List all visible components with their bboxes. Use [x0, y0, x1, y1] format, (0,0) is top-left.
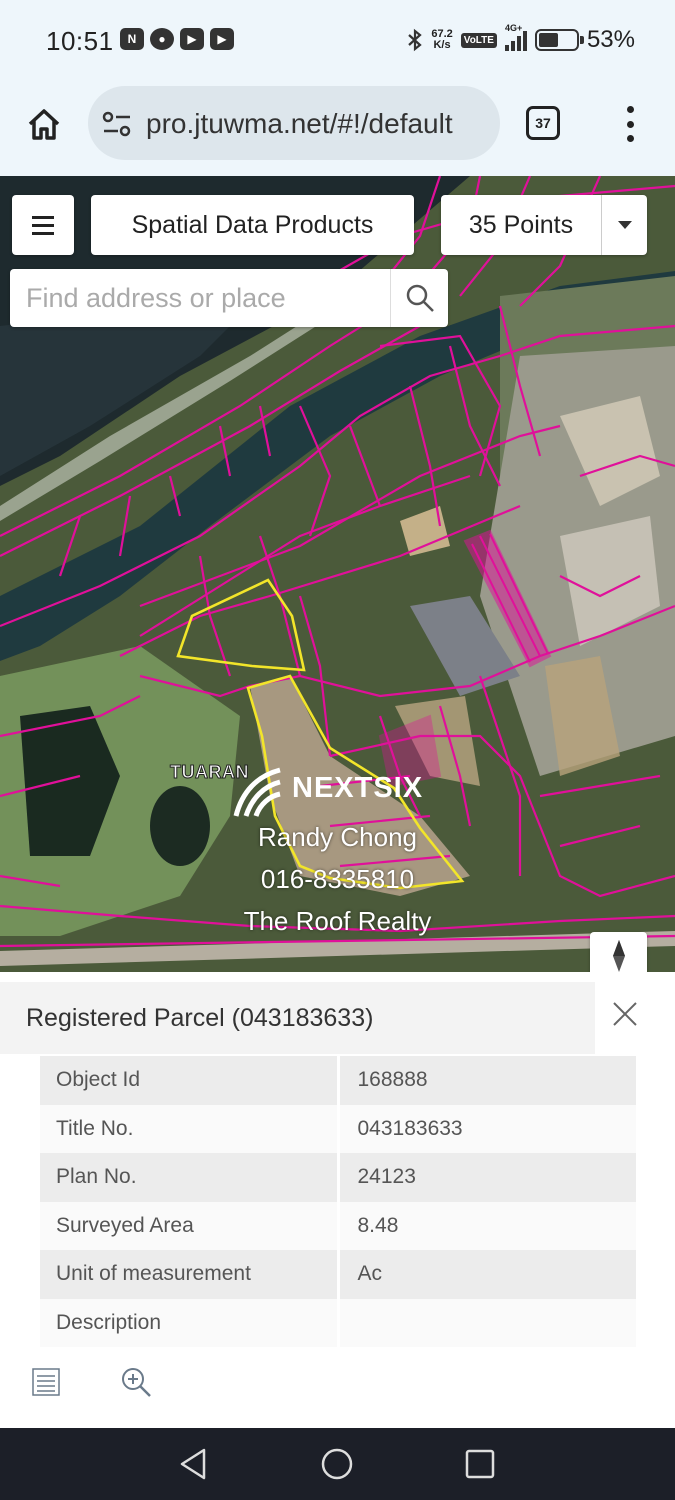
attribute-key: Unit of measurement: [40, 1250, 340, 1299]
url-text: pro.jtuwma.net/#!/default: [146, 108, 453, 139]
attribute-table: Object Id 168888 Title No. 043183633 Plan …: [40, 1056, 636, 1347]
signal-icon: 4G+: [504, 23, 527, 51]
recents-icon[interactable]: [462, 1446, 498, 1482]
compass-button[interactable]: [590, 932, 647, 972]
nfc-icon: N: [120, 28, 144, 50]
caret-down-icon[interactable]: [601, 195, 647, 255]
feature-popup: Registered Parcel (043183633) Object Id 1…: [0, 972, 675, 1428]
map-view[interactable]: Spatial Data Products 35 Points TUARAN N…: [0, 176, 675, 972]
table-row: Description: [40, 1298, 636, 1347]
more-options-icon[interactable]: [620, 106, 640, 142]
list-view-icon[interactable]: [32, 1368, 60, 1396]
home-nav-icon[interactable]: [319, 1446, 355, 1482]
attribute-key: Description: [40, 1298, 340, 1347]
browser-toolbar: pro.jtuwma.net/#!/default 37: [0, 84, 675, 176]
popup-title: Registered Parcel (043183633): [26, 1004, 374, 1032]
spatial-data-products-button[interactable]: Spatial Data Products: [91, 195, 414, 255]
attribute-value: [338, 1298, 636, 1347]
status-right: 67.2 K/s VoLTE 4G+ 53%: [407, 23, 635, 54]
table-row: Surveyed Area 8.48: [40, 1201, 636, 1250]
battery-fill: [538, 33, 559, 47]
table-row: Unit of measurement Ac: [40, 1250, 636, 1299]
network-speed: 67.2 K/s: [431, 29, 452, 51]
attribute-key: Object Id: [40, 1056, 340, 1105]
battery-percent: 53%: [586, 26, 635, 53]
attribute-value: Ac: [338, 1250, 636, 1299]
hamburger-icon: [32, 215, 54, 219]
place-label: TUARAN: [170, 762, 250, 783]
compass-icon: [612, 940, 625, 972]
speed-unit: K/s: [433, 39, 451, 51]
attribute-value: 168888: [338, 1056, 636, 1105]
zoom-to-icon[interactable]: [120, 1366, 152, 1398]
alarm-icon: ●: [150, 28, 174, 50]
menu-button[interactable]: [12, 195, 74, 255]
attribute-value: 24123: [338, 1153, 636, 1202]
system-nav-bar: [0, 1428, 675, 1500]
tab-switcher-button[interactable]: 37: [526, 106, 560, 140]
points-label[interactable]: 35 Points: [441, 195, 601, 255]
close-button[interactable]: [605, 994, 645, 1034]
home-icon[interactable]: [24, 104, 64, 144]
status-time: 10:51: [46, 26, 114, 56]
table-row: Object Id 168888: [40, 1056, 636, 1105]
attribute-key: Plan No.: [40, 1153, 340, 1202]
attribute-key: Surveyed Area: [40, 1201, 340, 1250]
address-bar[interactable]: pro.jtuwma.net/#!/default: [88, 86, 500, 160]
search-box: [10, 269, 448, 327]
status-bar: 10:51 N ● ▶ ▶ 67.2 K/s VoLTE 4G+ 53%: [0, 0, 675, 84]
youtube-icon: ▶: [180, 28, 204, 50]
volte-badge: VoLTE: [460, 32, 497, 48]
attribute-value: 043183633: [338, 1104, 636, 1153]
notification-icons: N ● ▶ ▶: [120, 28, 234, 50]
table-row: Plan No. 24123: [40, 1153, 636, 1202]
site-settings-icon[interactable]: [102, 110, 132, 138]
table-row: Title No. 043183633: [40, 1104, 636, 1153]
search-button[interactable]: [390, 269, 448, 327]
battery-icon: [534, 29, 584, 51]
youtube-icon-2: ▶: [210, 28, 234, 50]
back-icon[interactable]: [176, 1446, 212, 1482]
attribute-key: Title No.: [40, 1104, 340, 1153]
bluetooth-icon: [408, 28, 423, 52]
close-icon: [613, 1002, 637, 1026]
attribute-value: 8.48: [338, 1201, 636, 1250]
points-dropdown[interactable]: 35 Points: [441, 195, 647, 255]
search-input[interactable]: [10, 269, 390, 327]
network-type: 4G+: [504, 23, 523, 33]
search-icon: [406, 284, 434, 312]
popup-header: Registered Parcel (043183633): [0, 982, 595, 1054]
